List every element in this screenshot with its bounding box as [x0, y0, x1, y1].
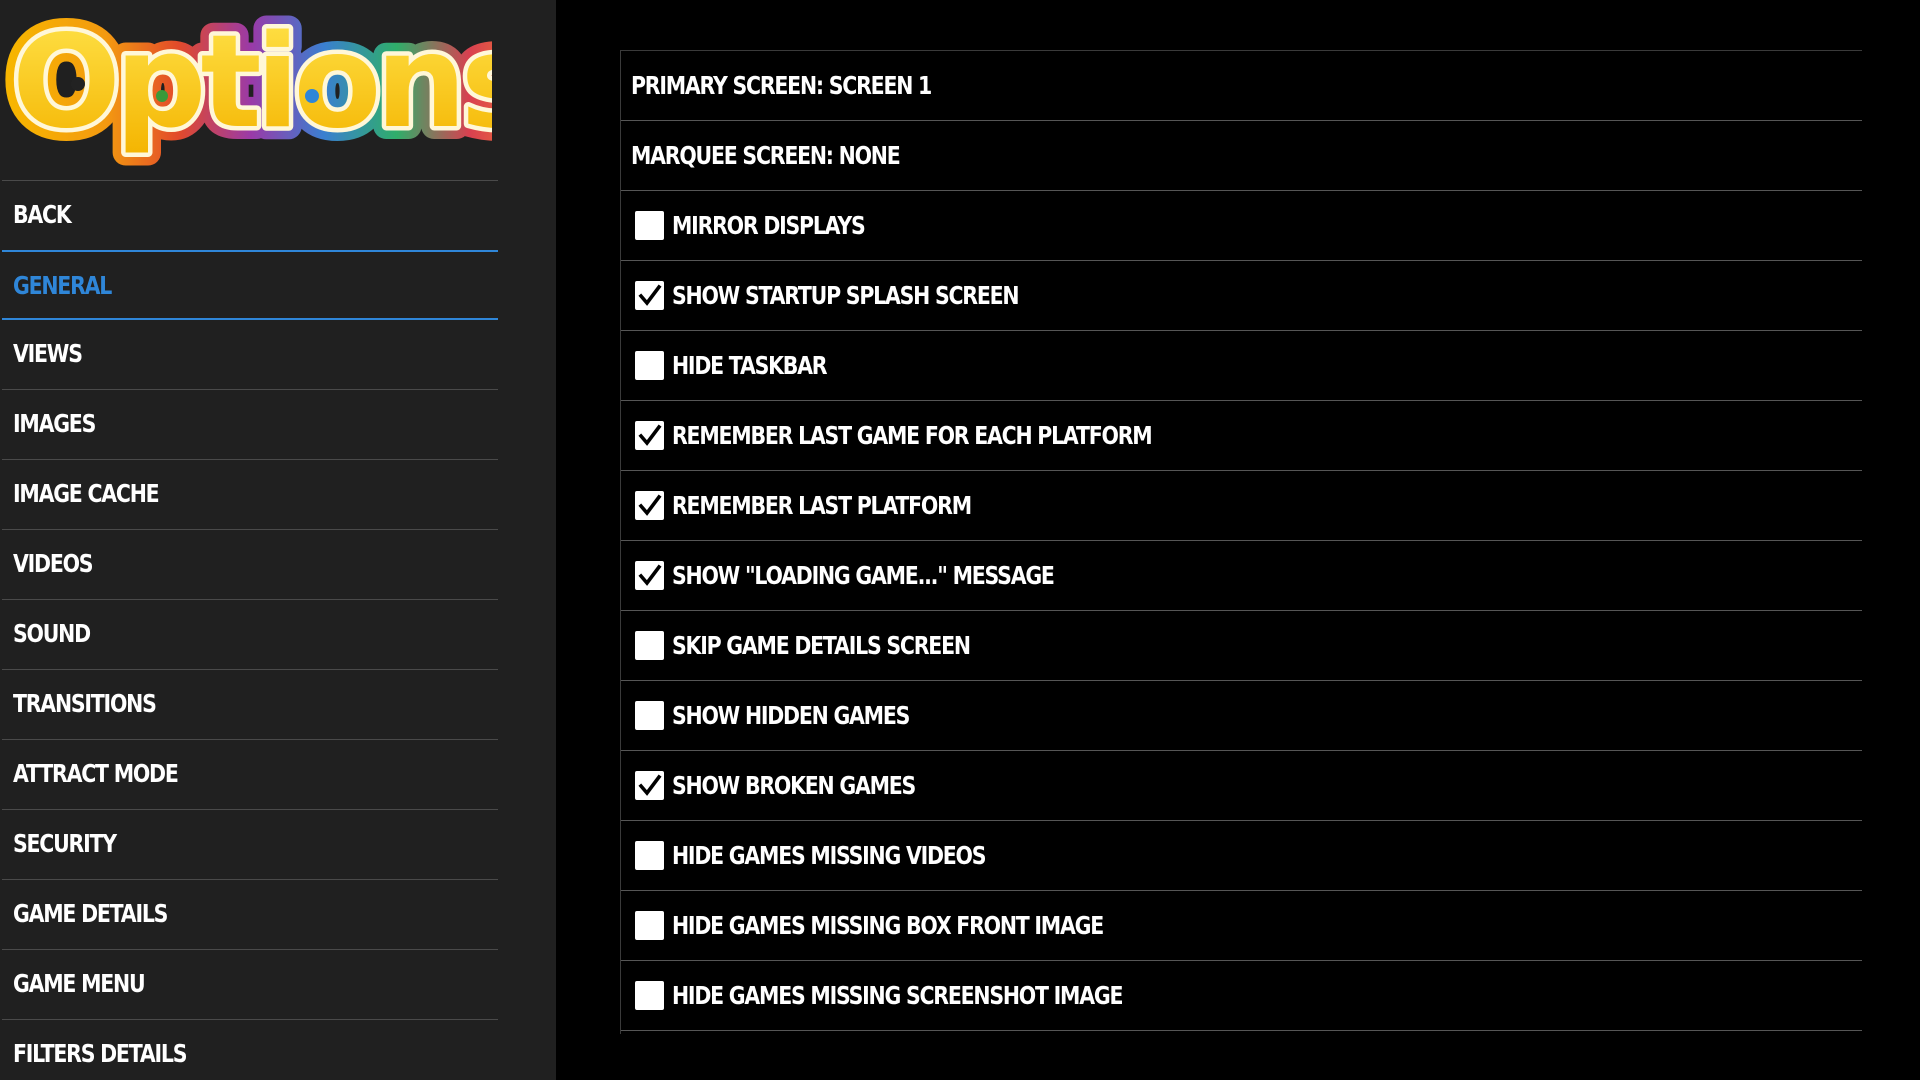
sidebar: Options Options Options BACK GENERAL VIEWS…: [0, 0, 556, 1080]
checkbox-checked[interactable]: [635, 561, 664, 590]
sidebar-item-label: SOUND: [13, 619, 91, 648]
options-logo: Options Options Options: [0, 0, 551, 172]
sidebar-item-security[interactable]: SECURITY: [2, 809, 498, 879]
option-label: HIDE GAMES MISSING BOX FRONT IMAGE: [672, 911, 1104, 940]
sidebar-item-label: GAME MENU: [13, 969, 146, 998]
option-show-loading-game-message[interactable]: SHOW "LOADING GAME..." MESSAGE: [621, 541, 1862, 611]
option-label: SHOW "LOADING GAME..." MESSAGE: [672, 561, 1055, 590]
option-hide-taskbar[interactable]: HIDE TASKBAR: [621, 331, 1862, 401]
checkbox-unchecked[interactable]: [635, 351, 664, 380]
option-label: HIDE GAMES MISSING SCREENSHOT IMAGE: [672, 981, 1123, 1010]
checkbox-unchecked[interactable]: [635, 211, 664, 240]
sidebar-menu: BACK GENERAL VIEWS IMAGES IMAGE CACHE VIDEOS S…: [2, 180, 498, 1080]
options-screen: Options Options Options BACK GENERAL VIEWS…: [0, 0, 1920, 1080]
option-mirror-displays[interactable]: MIRROR DISPLAYS: [621, 191, 1862, 261]
checkmark-icon: [638, 564, 662, 586]
sidebar-item-label: BACK: [13, 200, 72, 229]
checkbox-unchecked[interactable]: [635, 701, 664, 730]
sidebar-item-views[interactable]: VIEWS: [2, 319, 498, 389]
sidebar-item-attract-mode[interactable]: ATTRACT MODE: [2, 739, 498, 809]
option-remember-last-game-for-each-platform[interactable]: REMEMBER LAST GAME FOR EACH PLATFORM: [621, 401, 1862, 471]
general-options-panel: PRIMARY SCREEN: SCREEN 1 MARQUEE SCREEN: …: [620, 50, 1862, 1034]
option-show-hidden-games[interactable]: SHOW HIDDEN GAMES: [621, 681, 1862, 751]
sidebar-item-label: IMAGES: [13, 409, 96, 438]
checkbox-checked[interactable]: [635, 281, 664, 310]
option-hide-games-missing-videos[interactable]: HIDE GAMES MISSING VIDEOS: [621, 821, 1862, 891]
checkbox-unchecked[interactable]: [635, 631, 664, 660]
sidebar-item-back[interactable]: BACK: [2, 180, 498, 250]
sidebar-item-image-cache[interactable]: IMAGE CACHE: [2, 459, 498, 529]
option-hide-games-missing-screenshot-image[interactable]: HIDE GAMES MISSING SCREENSHOT IMAGE: [621, 961, 1862, 1031]
sidebar-item-sound[interactable]: SOUND: [2, 599, 498, 669]
sidebar-item-label: GENERAL: [13, 271, 112, 300]
checkmark-icon: [638, 284, 662, 306]
sidebar-item-filters-details[interactable]: FILTERS DETAILS: [2, 1019, 498, 1080]
checkmark-icon: [638, 774, 662, 796]
checkbox-checked[interactable]: [635, 771, 664, 800]
sidebar-item-videos[interactable]: VIDEOS: [2, 529, 498, 599]
sidebar-item-label: IMAGE CACHE: [13, 479, 160, 508]
option-show-startup-splash-screen[interactable]: SHOW STARTUP SPLASH SCREEN: [621, 261, 1862, 331]
option-remember-last-platform[interactable]: REMEMBER LAST PLATFORM: [621, 471, 1862, 541]
option-hide-games-missing-box-front-image[interactable]: HIDE GAMES MISSING BOX FRONT IMAGE: [621, 891, 1862, 961]
checkmark-icon: [638, 424, 662, 446]
sidebar-item-label: GAME DETAILS: [13, 899, 168, 928]
sidebar-item-game-menu[interactable]: GAME MENU: [2, 949, 498, 1019]
option-label: SHOW BROKEN GAMES: [672, 771, 916, 800]
option-marquee-screen-none[interactable]: MARQUEE SCREEN: NONE: [621, 121, 1862, 191]
checkbox-unchecked[interactable]: [635, 981, 664, 1010]
sidebar-item-game-details[interactable]: GAME DETAILS: [2, 879, 498, 949]
option-label: SKIP GAME DETAILS SCREEN: [672, 631, 971, 660]
sidebar-item-transitions[interactable]: TRANSITIONS: [2, 669, 498, 739]
sidebar-item-label: TRANSITIONS: [13, 689, 157, 718]
checkbox-unchecked[interactable]: [635, 911, 664, 940]
option-label: PRIMARY SCREEN: SCREEN 1: [631, 71, 932, 100]
sidebar-item-label: VIEWS: [13, 339, 83, 368]
options-list: PRIMARY SCREEN: SCREEN 1 MARQUEE SCREEN: …: [621, 51, 1862, 1031]
option-label: MIRROR DISPLAYS: [672, 211, 866, 240]
option-label: HIDE GAMES MISSING VIDEOS: [672, 841, 987, 870]
sidebar-item-label: VIDEOS: [13, 549, 94, 578]
option-label: REMEMBER LAST GAME FOR EACH PLATFORM: [672, 421, 1153, 450]
sidebar-item-general[interactable]: GENERAL: [2, 250, 498, 320]
option-show-broken-games[interactable]: SHOW BROKEN GAMES: [621, 751, 1862, 821]
checkmark-icon: [638, 494, 662, 516]
option-label: MARQUEE SCREEN: NONE: [631, 141, 901, 170]
sidebar-item-label: FILTERS DETAILS: [13, 1039, 187, 1068]
checkbox-unchecked[interactable]: [635, 841, 664, 870]
option-label: SHOW HIDDEN GAMES: [672, 701, 910, 730]
option-primary-screen-screen-1[interactable]: PRIMARY SCREEN: SCREEN 1: [621, 51, 1862, 121]
option-label: SHOW STARTUP SPLASH SCREEN: [672, 281, 1020, 310]
sidebar-item-images[interactable]: IMAGES: [2, 389, 498, 459]
option-label: HIDE TASKBAR: [672, 351, 828, 380]
checkbox-checked[interactable]: [635, 421, 664, 450]
option-label: REMEMBER LAST PLATFORM: [672, 491, 972, 520]
sidebar-item-label: ATTRACT MODE: [13, 759, 179, 788]
option-skip-game-details-screen[interactable]: SKIP GAME DETAILS SCREEN: [621, 611, 1862, 681]
sidebar-item-label: SECURITY: [13, 829, 117, 858]
checkbox-checked[interactable]: [635, 491, 664, 520]
